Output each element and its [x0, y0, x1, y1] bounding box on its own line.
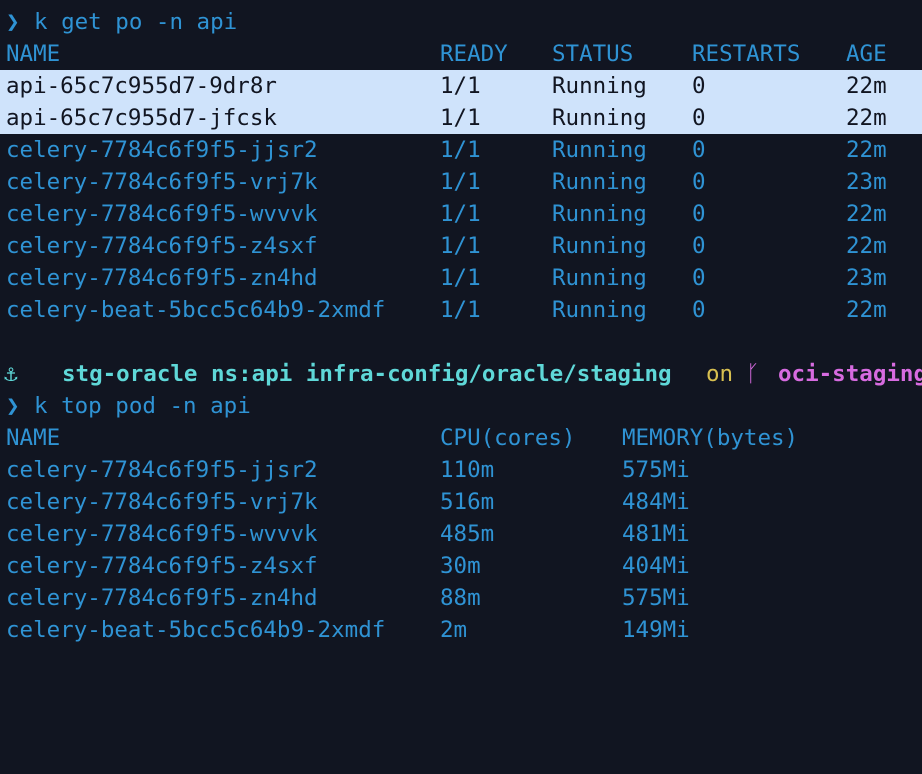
table-row: celery-7784c6f9f5-wvvvk 485m 481Mi [0, 518, 922, 550]
pod-status: Running [552, 297, 647, 323]
on-label: on [706, 361, 734, 387]
pod-status: Running [552, 105, 647, 131]
pod-age: 22m [846, 105, 887, 131]
pod-memory: 575Mi [622, 457, 690, 483]
pod-name: api-65c7c955d7-9dr8r [6, 73, 277, 99]
command-text: k top pod -n api [34, 393, 251, 419]
pod-status: Running [552, 265, 647, 291]
command-line: ❯ k get po -n api [0, 6, 922, 38]
git-branch-name: oci-staging [778, 361, 922, 387]
pod-status: Running [552, 233, 647, 259]
pod-name: celery-7784c6f9f5-z4sxf [6, 233, 318, 259]
pod-name: celery-7784c6f9f5-jjsr2 [6, 457, 318, 483]
pod-ready: 1/1 [440, 137, 481, 163]
pod-restarts: 0 [692, 105, 706, 131]
prompt-chevron-icon: ❯ [6, 393, 20, 419]
table-row: celery-7784c6f9f5-wvvvk 1/1 Running 0 22… [0, 198, 922, 230]
pod-cpu: 88m [440, 585, 481, 611]
pod-memory: 149Mi [622, 617, 690, 643]
table-row: celery-7784c6f9f5-vrj7k 516m 484Mi [0, 486, 922, 518]
command-line: ❯ k top pod -n api [0, 390, 922, 422]
table-row: celery-beat-5bcc5c64b9-2xmdf 1/1 Running… [0, 294, 922, 326]
pod-name: celery-beat-5bcc5c64b9-2xmdf [6, 297, 386, 323]
column-header: NAME [6, 41, 61, 67]
pod-status: Running [552, 73, 647, 99]
table-row: celery-7784c6f9f5-z4sxf 1/1 Running 0 22… [0, 230, 922, 262]
pod-name: celery-7784c6f9f5-vrj7k [6, 489, 318, 515]
table-row: celery-7784c6f9f5-jjsr2 1/1 Running 0 22… [0, 134, 922, 166]
pod-memory: 481Mi [622, 521, 690, 547]
pod-cpu: 2m [440, 617, 468, 643]
shell-status-line: ⚓ stg-oracle ns:api infra-config/oracle/… [0, 358, 922, 390]
column-header: MEMORY(bytes) [622, 425, 799, 451]
pod-status: Running [552, 201, 647, 227]
table-row: celery-7784c6f9f5-z4sxf 30m 404Mi [0, 550, 922, 582]
column-header: CPU(cores) [440, 425, 576, 451]
pod-restarts: 0 [692, 169, 706, 195]
prompt-chevron-icon: ❯ [6, 9, 20, 35]
table-row: celery-beat-5bcc5c64b9-2xmdf 2m 149Mi [0, 614, 922, 646]
pod-name: celery-7784c6f9f5-zn4hd [6, 585, 318, 611]
column-header: STATUS [552, 41, 634, 67]
pod-name: celery-7784c6f9f5-z4sxf [6, 553, 318, 579]
table-row: celery-7784c6f9f5-zn4hd 88m 575Mi [0, 582, 922, 614]
pod-ready: 1/1 [440, 105, 481, 131]
pod-name: celery-beat-5bcc5c64b9-2xmdf [6, 617, 386, 643]
pod-restarts: 0 [692, 265, 706, 291]
pod-ready: 1/1 [440, 73, 481, 99]
kube-context: stg-oracle ns:api infra-config/oracle/st… [62, 361, 672, 387]
pod-cpu: 30m [440, 553, 481, 579]
table-row-selected[interactable]: api-65c7c955d7-jfcsk 1/1 Running 0 22m [0, 102, 922, 134]
column-header: READY [440, 41, 508, 67]
pod-name: api-65c7c955d7-jfcsk [6, 105, 277, 131]
pod-memory: 575Mi [622, 585, 690, 611]
column-header: AGE [846, 41, 887, 67]
command-text: k get po -n api [34, 9, 238, 35]
pod-ready: 1/1 [440, 233, 481, 259]
table-row: celery-7784c6f9f5-vrj7k 1/1 Running 0 23… [0, 166, 922, 198]
table-row: celery-7784c6f9f5-jjsr2 110m 575Mi [0, 454, 922, 486]
pod-ready: 1/1 [440, 297, 481, 323]
pod-restarts: 0 [692, 233, 706, 259]
pod-ready: 1/1 [440, 201, 481, 227]
pod-ready: 1/1 [440, 169, 481, 195]
pod-cpu: 110m [440, 457, 495, 483]
pod-cpu: 485m [440, 521, 495, 547]
pod-name: celery-7784c6f9f5-vrj7k [6, 169, 318, 195]
pod-restarts: 0 [692, 73, 706, 99]
anchor-icon: ⚓ [4, 361, 18, 387]
pod-age: 23m [846, 169, 887, 195]
table-header-row: NAME READY STATUS RESTARTS AGE [0, 38, 922, 70]
pod-restarts: 0 [692, 137, 706, 163]
pod-age: 22m [846, 297, 887, 323]
pod-status: Running [552, 137, 647, 163]
pod-age: 22m [846, 137, 887, 163]
pod-restarts: 0 [692, 201, 706, 227]
pod-age: 22m [846, 73, 887, 99]
table-row: celery-7784c6f9f5-zn4hd 1/1 Running 0 23… [0, 262, 922, 294]
pod-age: 22m [846, 201, 887, 227]
pod-name: celery-7784c6f9f5-zn4hd [6, 265, 318, 291]
pod-age: 23m [846, 265, 887, 291]
column-header: NAME [6, 425, 61, 451]
git-branch-icon: ᚴ [746, 361, 760, 387]
pod-name: celery-7784c6f9f5-wvvvk [6, 201, 318, 227]
pod-memory: 484Mi [622, 489, 690, 515]
pod-status: Running [552, 169, 647, 195]
table-header-row: NAME CPU(cores) MEMORY(bytes) [0, 422, 922, 454]
table-row-selected[interactable]: api-65c7c955d7-9dr8r 1/1 Running 0 22m [0, 70, 922, 102]
pod-cpu: 516m [440, 489, 495, 515]
pod-name: celery-7784c6f9f5-jjsr2 [6, 137, 318, 163]
pod-memory: 404Mi [622, 553, 690, 579]
pod-name: celery-7784c6f9f5-wvvvk [6, 521, 318, 547]
pod-ready: 1/1 [440, 265, 481, 291]
pod-restarts: 0 [692, 297, 706, 323]
pod-age: 22m [846, 233, 887, 259]
column-header: RESTARTS [692, 41, 801, 67]
